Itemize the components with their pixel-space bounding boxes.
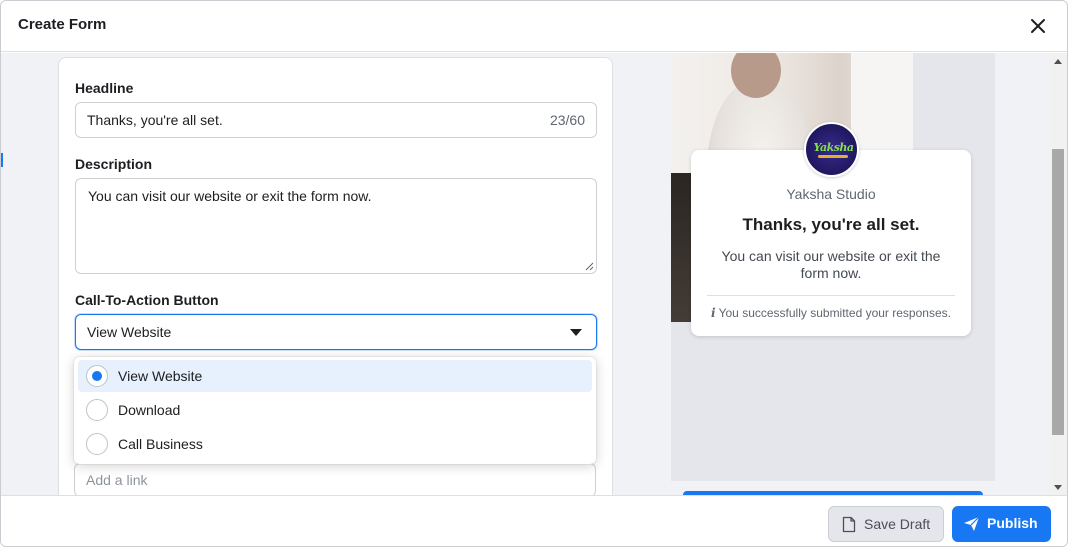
headline-char-counter: 23/60 [549,112,585,128]
cta-option-download[interactable]: Download [78,394,592,426]
business-logo: Yaksha [804,122,859,177]
thank-you-card: Yaksha Studio Thanks, you're all set. Yo… [691,150,971,336]
headline-value: Thanks, you're all set. [87,112,223,128]
dialog-body: Headline Thanks, you're all set. 23/60 D… [1,53,1067,495]
radio-selected-icon[interactable] [86,365,108,387]
send-icon [964,516,980,531]
dialog-header: Create Form [1,1,1067,52]
save-draft-button[interactable]: Save Draft [828,506,944,542]
radio-icon[interactable] [86,399,108,421]
document-icon [842,516,856,533]
create-form-dialog: Create Form Headline Thanks, you're all … [0,0,1068,547]
option-label: View Website [118,368,203,384]
divider [707,295,955,296]
cta-label: Call-To-Action Button [75,292,219,308]
description-textarea[interactable]: You can visit our website or exit the fo… [75,178,597,274]
scrollbar[interactable] [1050,53,1067,495]
logo-wordmark: Yaksha [813,141,854,154]
scroll-up-arrow-icon[interactable] [1054,59,1062,64]
headline-input[interactable]: Thanks, you're all set. 23/60 [75,102,597,138]
link-placeholder: Add a link [86,472,148,488]
scroll-down-arrow-icon[interactable] [1054,485,1062,490]
cta-option-call-business[interactable]: Call Business [78,428,592,460]
submission-note: i You successfully submitted your respons… [691,306,971,320]
cta-selected-value: View Website [87,324,172,340]
info-icon: i [711,306,716,320]
thank-you-description: You can visit our website or exit the fo… [721,248,941,281]
option-label: Download [118,402,181,418]
cta-dropdown-menu: View Website Download Call Business [74,357,596,464]
description-label: Description [75,156,153,172]
business-name: Yaksha Studio [786,186,876,202]
description-value: You can visit our website or exit the fo… [88,188,372,204]
save-draft-label: Save Draft [864,516,931,532]
publish-button[interactable]: Publish [952,506,1051,542]
chevron-down-icon [570,329,582,336]
thank-you-title: Thanks, you're all set. [742,215,920,234]
radio-icon[interactable] [86,433,108,455]
dialog-footer: Save Draft Publish [1,495,1067,546]
submission-note-text: You successfully submitted your response… [718,306,951,320]
link-input[interactable]: Add a link [74,463,596,495]
publish-label: Publish [987,515,1038,531]
close-button[interactable] [1027,15,1049,37]
cta-select[interactable]: View Website [75,314,597,350]
left-edge-marker [1,153,3,167]
headline-label: Headline [75,80,134,96]
dialog-title: Create Form [18,16,107,33]
cta-option-view-website[interactable]: View Website [78,360,592,392]
scrollbar-thumb[interactable] [1052,149,1064,435]
option-label: Call Business [118,436,203,452]
resize-handle-icon[interactable] [585,262,594,271]
close-icon [1031,19,1045,33]
logo-underline [818,155,848,158]
